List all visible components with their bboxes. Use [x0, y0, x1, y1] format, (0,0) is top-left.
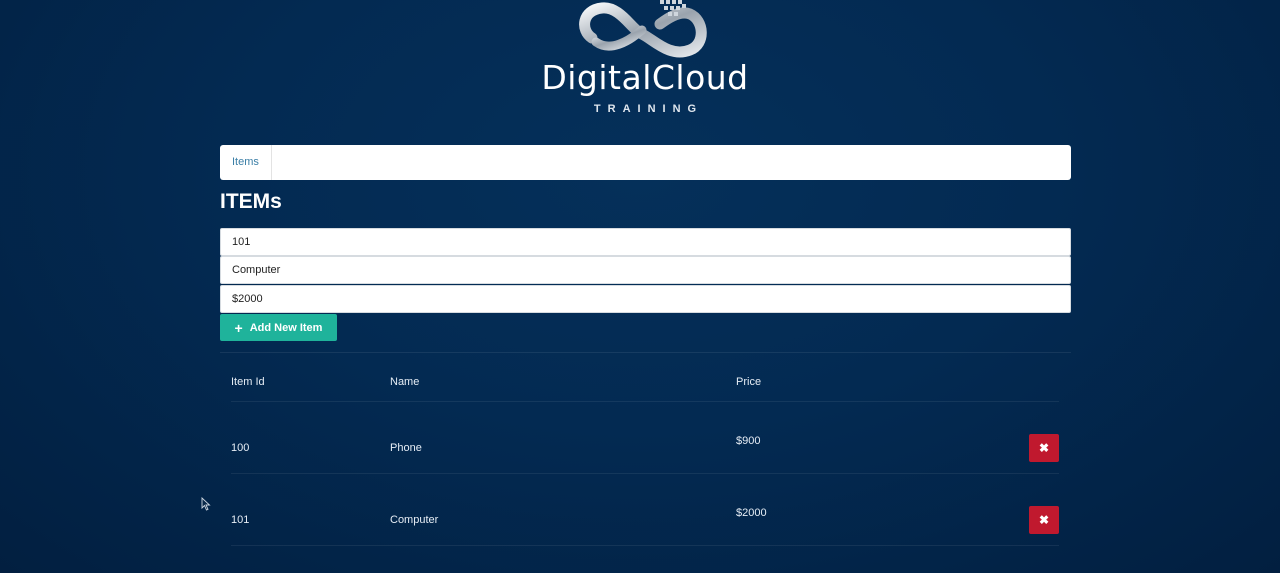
infinity-logo-icon: [579, 0, 707, 58]
plus-icon: +: [234, 319, 243, 336]
item-price-input[interactable]: [220, 285, 1071, 313]
column-header-item-id: Item Id: [231, 376, 265, 388]
close-icon: ✖: [1038, 513, 1050, 527]
row-item-name: Phone: [390, 442, 422, 454]
row-item-id: 100: [231, 442, 250, 454]
header-divider: [231, 401, 1059, 402]
delete-item-button[interactable]: ✖: [1029, 506, 1059, 534]
row-item-price: $2000: [736, 507, 767, 519]
section-divider: [220, 352, 1071, 353]
add-new-item-label: Add New Item: [249, 321, 323, 334]
page: DigitalCloud TRAINING Items ITEMs + Add …: [0, 0, 1280, 573]
close-icon: ✖: [1038, 441, 1050, 455]
page-title: ITEMs: [220, 190, 282, 213]
brand-logo: DigitalCloud TRAINING: [530, 0, 760, 122]
item-id-input[interactable]: [220, 228, 1071, 256]
row-divider: [231, 545, 1059, 546]
add-new-item-button[interactable]: + Add New Item: [220, 314, 337, 341]
mouse-pointer-icon: [201, 497, 211, 511]
row-item-price: $900: [736, 435, 761, 447]
breadcrumb-item-items[interactable]: Items: [220, 145, 272, 180]
row-divider: [231, 473, 1059, 474]
brand-name: DigitalCloud: [541, 58, 749, 97]
item-name-input[interactable]: [220, 256, 1071, 284]
row-item-id: 101: [231, 514, 250, 526]
breadcrumb: Items: [220, 145, 1071, 180]
row-item-name: Computer: [390, 514, 439, 526]
column-header-price: Price: [736, 376, 762, 388]
column-header-name: Name: [390, 376, 420, 388]
delete-item-button[interactable]: ✖: [1029, 434, 1059, 462]
brand-subtitle: TRAINING: [593, 103, 704, 115]
